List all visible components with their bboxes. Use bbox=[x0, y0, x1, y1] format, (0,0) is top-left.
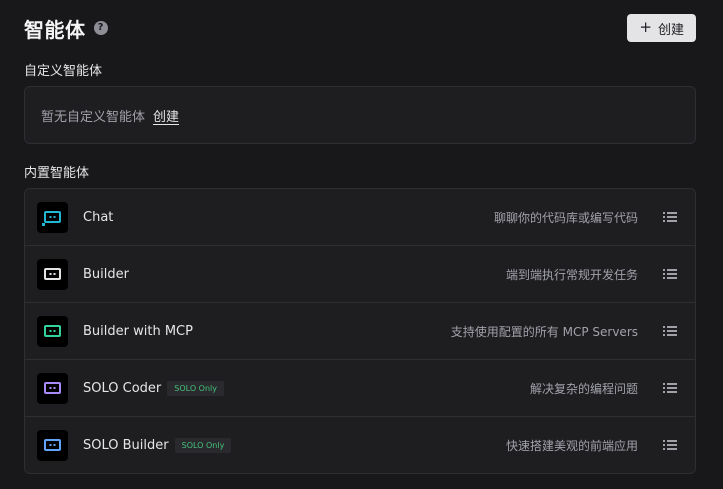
agent-row-solo-builder[interactable]: SOLO Builder SOLO Only 快速搭建美观的前端应用 bbox=[25, 416, 695, 473]
list-menu-icon[interactable] bbox=[663, 268, 677, 280]
chat-agent-icon bbox=[37, 201, 68, 233]
plus-icon: + bbox=[639, 18, 652, 36]
page-title: 智能体 bbox=[24, 17, 86, 42]
builder-mcp-agent-icon bbox=[37, 315, 68, 347]
list-menu-icon[interactable] bbox=[663, 211, 677, 223]
agent-description: 聊聊你的代码库或编写代码 bbox=[493, 210, 638, 225]
help-icon[interactable]: ? bbox=[93, 21, 108, 35]
agents-page: 智能体 ? + 创建 自定义智能体 暂无自定义智能体 创建 内置智能体 Chat… bbox=[0, 0, 723, 489]
solo-only-badge: SOLO Only bbox=[167, 380, 224, 396]
builtin-agent-list: Chat 聊聊你的代码库或编写代码 Builder 端到端执行常规开发任务 Bu… bbox=[24, 188, 696, 474]
solo-coder-agent-icon bbox=[37, 372, 68, 404]
agent-row-solo-coder[interactable]: SOLO Coder SOLO Only 解决复杂的编程问题 bbox=[25, 359, 695, 416]
empty-state-text: 暂无自定义智能体 bbox=[41, 109, 146, 125]
agent-name: SOLO Builder bbox=[83, 437, 169, 453]
create-button-label: 创建 bbox=[657, 22, 684, 38]
builder-agent-icon bbox=[37, 258, 68, 290]
custom-agents-empty-state: 暂无自定义智能体 创建 bbox=[24, 86, 696, 144]
solo-builder-agent-icon bbox=[37, 429, 68, 461]
page-header: 智能体 ? + 创建 bbox=[24, 14, 696, 42]
agent-description: 端到端执行常规开发任务 bbox=[505, 267, 638, 282]
agent-name: SOLO Coder bbox=[83, 380, 162, 396]
agent-name: Builder bbox=[83, 266, 129, 282]
agent-name: Builder with MCP bbox=[83, 323, 193, 339]
agent-description: 解决复杂的编程问题 bbox=[529, 381, 638, 396]
create-custom-agent-link[interactable]: 创建 bbox=[153, 106, 179, 125]
builtin-agents-section-title: 内置智能体 bbox=[24, 166, 90, 181]
agent-name: Chat bbox=[83, 209, 114, 225]
list-menu-icon[interactable] bbox=[663, 382, 677, 394]
custom-agents-section-title: 自定义智能体 bbox=[24, 64, 103, 79]
agent-row-builder-with-mcp[interactable]: Builder with MCP 支持使用配置的所有 MCP Servers bbox=[25, 302, 695, 359]
agent-row-builder[interactable]: Builder 端到端执行常规开发任务 bbox=[25, 245, 695, 302]
agent-description: 支持使用配置的所有 MCP Servers bbox=[450, 324, 638, 339]
list-menu-icon[interactable] bbox=[663, 439, 677, 451]
solo-only-badge: SOLO Only bbox=[174, 437, 232, 453]
agent-description: 快速搭建美观的前端应用 bbox=[505, 438, 638, 453]
create-agent-button[interactable]: + 创建 bbox=[627, 14, 696, 42]
list-menu-icon[interactable] bbox=[663, 325, 677, 337]
agent-row-chat[interactable]: Chat 聊聊你的代码库或编写代码 bbox=[25, 189, 695, 245]
